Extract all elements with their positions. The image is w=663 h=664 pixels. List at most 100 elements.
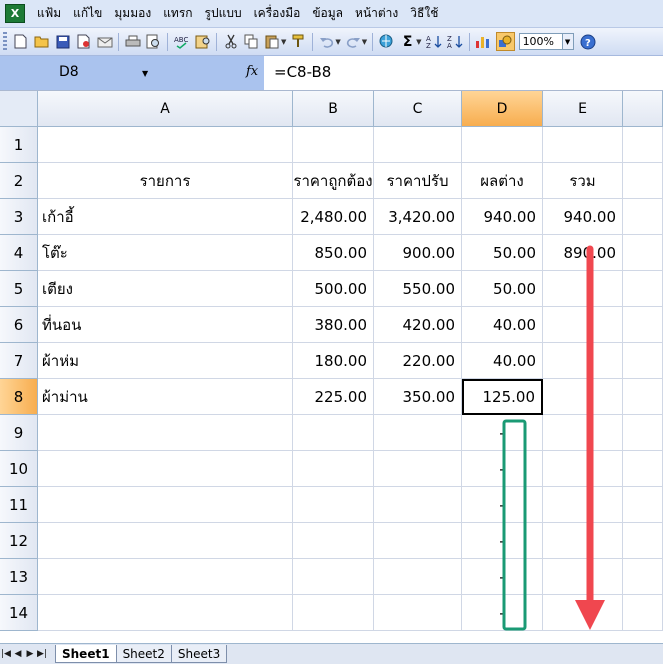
column-header-c[interactable]: C — [374, 91, 462, 127]
row-header[interactable]: 5 — [0, 271, 38, 307]
table-cell[interactable]: 40.00 — [462, 307, 543, 343]
formula-input[interactable]: =C8-B8 — [274, 63, 331, 81]
table-cell[interactable]: - — [462, 487, 543, 523]
table-cell[interactable] — [374, 487, 462, 523]
table-cell[interactable]: 940.00 — [462, 199, 543, 235]
table-cell[interactable] — [543, 379, 623, 415]
table-cell[interactable] — [462, 127, 543, 163]
help-icon[interactable]: ? — [580, 33, 597, 50]
menu-data[interactable]: ข้อมูล — [306, 4, 349, 23]
table-cell[interactable] — [543, 451, 623, 487]
open-icon[interactable] — [33, 33, 50, 50]
new-icon[interactable] — [12, 33, 29, 50]
table-cell[interactable]: 940.00 — [543, 199, 623, 235]
table-cell[interactable] — [623, 199, 663, 235]
row-header[interactable]: 10 — [0, 451, 38, 487]
active-cell-d8[interactable]: 125.00 — [462, 379, 543, 415]
table-cell[interactable]: 220.00 — [374, 343, 462, 379]
menu-view[interactable]: มุมมอง — [108, 4, 157, 23]
table-cell[interactable] — [623, 379, 663, 415]
table-cell[interactable] — [293, 559, 374, 595]
row-header[interactable]: 3 — [0, 199, 38, 235]
table-cell[interactable]: 350.00 — [374, 379, 462, 415]
redo-dropdown-icon[interactable]: ▼ — [362, 38, 367, 46]
autosum-icon[interactable]: Σ — [399, 33, 416, 50]
table-cell[interactable]: ผ้าห่ม — [38, 343, 293, 379]
table-cell[interactable] — [293, 127, 374, 163]
hyperlink-icon[interactable] — [378, 33, 395, 50]
column-header-partial[interactable] — [623, 91, 663, 127]
table-cell[interactable] — [623, 415, 663, 451]
table-cell[interactable] — [543, 595, 623, 631]
email-icon[interactable] — [96, 33, 113, 50]
redo-icon[interactable] — [345, 33, 362, 50]
table-cell[interactable] — [543, 271, 623, 307]
table-cell[interactable]: 550.00 — [374, 271, 462, 307]
name-box-dropdown-icon[interactable]: ▼ — [142, 69, 148, 78]
menu-insert[interactable]: แทรก — [157, 4, 198, 23]
row-header[interactable]: 14 — [0, 595, 38, 631]
column-header-d[interactable]: D — [462, 91, 543, 127]
insert-function-icon[interactable]: fx — [246, 64, 258, 79]
table-cell[interactable] — [623, 127, 663, 163]
table-cell[interactable] — [623, 163, 663, 199]
table-cell[interactable]: 50.00 — [462, 235, 543, 271]
table-cell[interactable] — [374, 595, 462, 631]
row-header[interactable]: 9 — [0, 415, 38, 451]
row-header[interactable]: 12 — [0, 523, 38, 559]
menu-help[interactable]: วิธีใช้ — [404, 4, 444, 23]
table-cell[interactable] — [623, 271, 663, 307]
table-cell[interactable]: 40.00 — [462, 343, 543, 379]
row-header[interactable]: 2 — [0, 163, 38, 199]
table-cell[interactable] — [38, 595, 293, 631]
table-cell[interactable] — [543, 559, 623, 595]
row-header[interactable]: 6 — [0, 307, 38, 343]
table-cell[interactable] — [623, 307, 663, 343]
first-sheet-icon[interactable]: |◀ — [0, 649, 12, 659]
copy-icon[interactable] — [243, 33, 260, 50]
table-cell[interactable] — [543, 415, 623, 451]
spelling-icon[interactable]: ABC — [173, 33, 190, 50]
prev-sheet-icon[interactable]: ◀ — [12, 649, 24, 659]
cut-icon[interactable] — [222, 33, 239, 50]
table-cell[interactable]: รวม — [543, 163, 623, 199]
table-cell[interactable]: ที่นอน — [38, 307, 293, 343]
undo-icon[interactable] — [318, 33, 335, 50]
print-icon[interactable] — [124, 33, 141, 50]
column-header-b[interactable]: B — [293, 91, 374, 127]
table-cell[interactable] — [293, 523, 374, 559]
tab-sheet2[interactable]: Sheet2 — [115, 645, 172, 663]
tab-sheet3[interactable]: Sheet3 — [170, 645, 228, 663]
table-cell[interactable]: เก้าอี้ — [38, 199, 293, 235]
table-cell[interactable] — [623, 559, 663, 595]
table-cell[interactable] — [374, 127, 462, 163]
row-header[interactable]: 7 — [0, 343, 38, 379]
research-icon[interactable] — [194, 33, 211, 50]
table-cell[interactable] — [38, 127, 293, 163]
table-cell[interactable] — [374, 451, 462, 487]
table-cell[interactable] — [543, 307, 623, 343]
table-cell[interactable]: - — [462, 523, 543, 559]
excel-app-icon[interactable]: X — [5, 4, 25, 23]
table-cell[interactable] — [38, 451, 293, 487]
table-cell[interactable] — [543, 343, 623, 379]
table-cell[interactable] — [38, 487, 293, 523]
paste-dropdown-icon[interactable]: ▼ — [281, 38, 286, 46]
sort-ascending-icon[interactable]: AZ — [426, 33, 443, 50]
table-cell[interactable] — [293, 451, 374, 487]
table-cell[interactable] — [623, 487, 663, 523]
table-cell[interactable]: ราคาปรับ — [374, 163, 462, 199]
column-header-a[interactable]: A — [38, 91, 293, 127]
autosum-dropdown-icon[interactable]: ▼ — [416, 38, 421, 46]
table-cell[interactable]: - — [462, 559, 543, 595]
chart-wizard-icon[interactable] — [475, 33, 492, 50]
paste-icon[interactable] — [264, 33, 281, 50]
table-cell[interactable]: 180.00 — [293, 343, 374, 379]
table-cell[interactable] — [38, 523, 293, 559]
table-cell[interactable]: 420.00 — [374, 307, 462, 343]
save-icon[interactable] — [54, 33, 71, 50]
table-cell[interactable]: โต๊ะ — [38, 235, 293, 271]
table-cell[interactable]: 380.00 — [293, 307, 374, 343]
table-cell[interactable]: 850.00 — [293, 235, 374, 271]
table-cell[interactable]: ผลต่าง — [462, 163, 543, 199]
